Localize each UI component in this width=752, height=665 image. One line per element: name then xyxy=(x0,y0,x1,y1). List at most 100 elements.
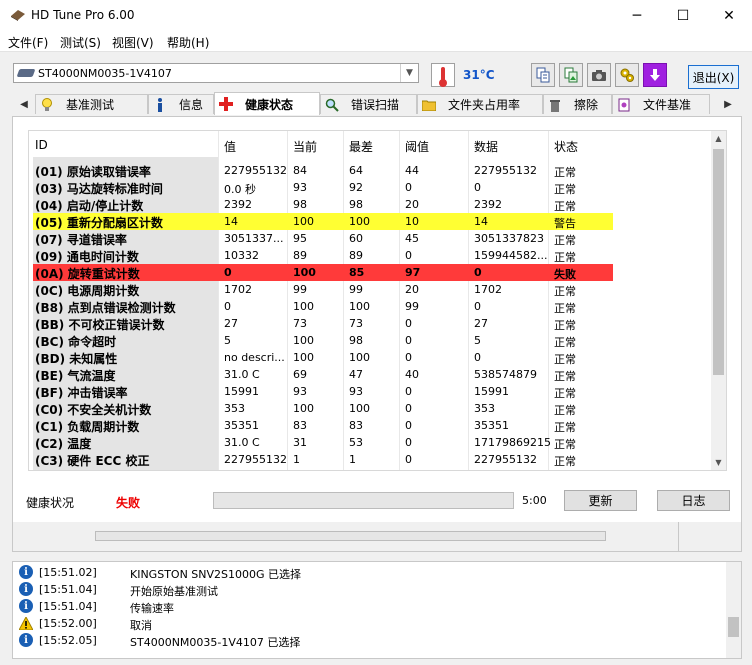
table-scrollbar[interactable]: ▲ ▼ xyxy=(711,131,726,470)
log-entry[interactable]: i [15:51.02] KINGSTON SNV2S1000G 已选择 xyxy=(13,564,723,581)
tab-folder-usage[interactable]: 文件夹占用率 xyxy=(417,94,543,114)
menu-view[interactable]: 视图(V) xyxy=(112,34,154,51)
menu-test[interactable]: 测试(S) xyxy=(60,34,101,51)
menu-file[interactable]: 文件(F) xyxy=(8,34,48,51)
minimize-button[interactable]: ─ xyxy=(614,0,660,31)
cell-status: 正常 xyxy=(554,166,576,179)
header-value[interactable]: 值 xyxy=(224,138,236,155)
scroll-up-icon[interactable]: ▲ xyxy=(711,131,726,146)
arrow-down-icon xyxy=(650,69,660,81)
table-row[interactable]: (BF) 冲击错误率 15991 93 93 0 15991 正常 xyxy=(33,383,613,400)
header-current[interactable]: 当前 xyxy=(293,138,317,155)
log-entry[interactable]: i [15:51.04] 传输速率 xyxy=(13,598,723,615)
table-row[interactable]: (C1) 负载周期计数 35351 83 83 0 35351 正常 xyxy=(33,417,613,434)
cell-id: (0A) 旋转重试计数 xyxy=(35,267,140,281)
tab-benchmark[interactable]: 基准测试 xyxy=(35,94,148,114)
cell-id: (09) 通电时间计数 xyxy=(35,250,139,264)
log-button[interactable]: 日志 xyxy=(657,490,730,511)
save-button[interactable] xyxy=(643,63,667,87)
chevron-down-icon[interactable]: ▼ xyxy=(400,64,418,82)
cell-worst: 89 xyxy=(349,249,363,262)
cell-id: (07) 寻道错误率 xyxy=(35,233,127,247)
exit-button[interactable]: 退出(X) xyxy=(688,65,739,89)
cell-status: 正常 xyxy=(554,438,576,451)
magnifier-icon xyxy=(325,98,339,112)
cell-threshold: 40 xyxy=(405,368,419,381)
status-progress-bar xyxy=(95,531,606,541)
cell-current: 84 xyxy=(293,164,307,177)
cell-value: 27 xyxy=(224,317,238,330)
temperature-value: 31°C xyxy=(463,68,495,82)
table-row[interactable]: (05) 重新分配扇区计数 14 100 100 10 14 警告 xyxy=(33,213,613,230)
table-row[interactable]: (C0) 不安全关机计数 353 100 100 0 353 正常 xyxy=(33,400,613,417)
table-row[interactable]: (01) 原始读取错误率 227955132 84 64 44 227955132 正常 xyxy=(33,162,613,179)
table-row[interactable]: (03) 马达旋转标准时间 0.0 秒 93 92 0 0 正常 xyxy=(33,179,613,196)
cell-value: 35351 xyxy=(224,419,259,432)
cell-status: 正常 xyxy=(554,370,576,383)
table-row[interactable]: (09) 通电时间计数 10332 89 89 0 159944582... 正常 xyxy=(33,247,613,264)
table-row[interactable]: (04) 启动/停止计数 2392 98 98 20 2392 正常 xyxy=(33,196,613,213)
drive-select[interactable]: ST4000NM0035-1V4107 ▼ xyxy=(13,63,419,83)
menu-help[interactable]: 帮助(H) xyxy=(167,34,209,51)
tab-scroll-right-icon[interactable]: ▶ xyxy=(718,94,738,114)
maximize-button[interactable]: ☐ xyxy=(660,0,706,31)
cell-data: 0 xyxy=(474,181,481,194)
header-status[interactable]: 状态 xyxy=(554,138,578,155)
smart-table[interactable]: ID 值 当前 最差 阈值 数据 状态 (01) 原始读取错误率 22795513… xyxy=(28,130,727,471)
table-row[interactable]: (BB) 不可校正错误计数 27 73 73 0 27 正常 xyxy=(33,315,613,332)
scroll-down-icon[interactable]: ▼ xyxy=(711,455,726,470)
cell-value: 10332 xyxy=(224,249,259,262)
copy-text-button[interactable] xyxy=(531,63,555,87)
status-area xyxy=(12,522,742,552)
table-row[interactable]: (BE) 气流温度 31.0 C 69 47 40 538574879 正常 xyxy=(33,366,613,383)
table-row[interactable]: (C5) 当前待映射扇区计数 0 100 100 0 0 正常 xyxy=(33,468,613,470)
screenshot-button[interactable] xyxy=(587,63,611,87)
header-worst[interactable]: 最差 xyxy=(349,138,373,155)
close-button[interactable]: ✕ xyxy=(706,0,752,31)
table-row[interactable]: (C2) 温度 31.0 C 31 53 0 17179869215 正常 xyxy=(33,434,613,451)
scrollbar-thumb[interactable] xyxy=(713,149,724,375)
table-row[interactable]: (C3) 硬件 ECC 校正 227955132 1 1 0 227955132 正常 xyxy=(33,451,613,468)
refresh-button[interactable]: 更新 xyxy=(564,490,637,511)
cell-id: (0C) 电源周期计数 xyxy=(35,284,140,298)
hard-disk-icon xyxy=(16,69,36,77)
cell-worst: 53 xyxy=(349,436,363,449)
header-threshold[interactable]: 阈值 xyxy=(405,138,429,155)
log-entry[interactable]: i [15:51.04] 开始原始基准测试 xyxy=(13,581,723,598)
scrollbar-thumb[interactable] xyxy=(728,617,739,637)
table-row[interactable]: (BC) 命令超时 5 100 98 0 5 正常 xyxy=(33,332,613,349)
cell-data: 0 xyxy=(474,351,481,364)
log-scrollbar[interactable] xyxy=(726,562,741,658)
tab-scroll-left-icon[interactable]: ◀ xyxy=(14,94,34,114)
cell-value: 15991 xyxy=(224,385,259,398)
tab-error-scan[interactable]: 错误扫描 xyxy=(320,94,417,114)
cell-status: 正常 xyxy=(554,234,576,247)
tab-file-benchmark[interactable]: 文件基准 xyxy=(612,94,710,114)
log-entry[interactable]: i [15:52.05] ST4000NM0035-1V4107 已选择 xyxy=(13,632,723,649)
table-row[interactable]: (BD) 未知属性 no descri... 100 100 0 0 正常 xyxy=(33,349,613,366)
log-entry[interactable]: [15:52.00] 取消 xyxy=(13,615,723,632)
log-list[interactable]: i [15:51.02] KINGSTON SNV2S1000G 已选择 i [15:5… xyxy=(12,561,742,659)
tab-health[interactable]: 健康状态 xyxy=(214,92,320,115)
health-panel: ID 值 当前 最差 阈值 数据 状态 (01) 原始读取错误率 22795513… xyxy=(12,116,742,524)
tab-info[interactable]: 信息 xyxy=(148,94,214,114)
header-data[interactable]: 数据 xyxy=(474,138,498,155)
cell-data: 17179869215 xyxy=(474,436,551,449)
log-message: KINGSTON SNV2S1000G 已选择 xyxy=(130,568,302,581)
drive-name: ST4000NM0035-1V4107 xyxy=(38,67,172,80)
cell-current: 100 xyxy=(293,351,314,364)
table-row[interactable]: (0A) 旋转重试计数 0 100 85 97 0 失败 xyxy=(33,264,613,281)
cell-status: 正常 xyxy=(554,183,576,196)
table-row[interactable]: (07) 寻道错误率 3051337... 95 60 45 3051337823 正常 xyxy=(33,230,613,247)
cell-threshold: 97 xyxy=(405,266,421,279)
table-row[interactable]: (0C) 电源周期计数 1702 99 99 20 1702 正常 xyxy=(33,281,613,298)
tab-erase[interactable]: 擦除 xyxy=(543,94,612,114)
tab-label: 健康状态 xyxy=(245,97,294,112)
table-row[interactable]: (B8) 点到点错误检测计数 0 100 100 99 0 正常 xyxy=(33,298,613,315)
cell-id: (03) 马达旋转标准时间 xyxy=(35,182,163,196)
cell-id: (05) 重新分配扇区计数 xyxy=(35,216,163,230)
options-button[interactable] xyxy=(615,63,639,87)
copy-image-button[interactable] xyxy=(559,63,583,87)
cell-status: 正常 xyxy=(554,302,576,315)
header-id[interactable]: ID xyxy=(35,138,48,152)
